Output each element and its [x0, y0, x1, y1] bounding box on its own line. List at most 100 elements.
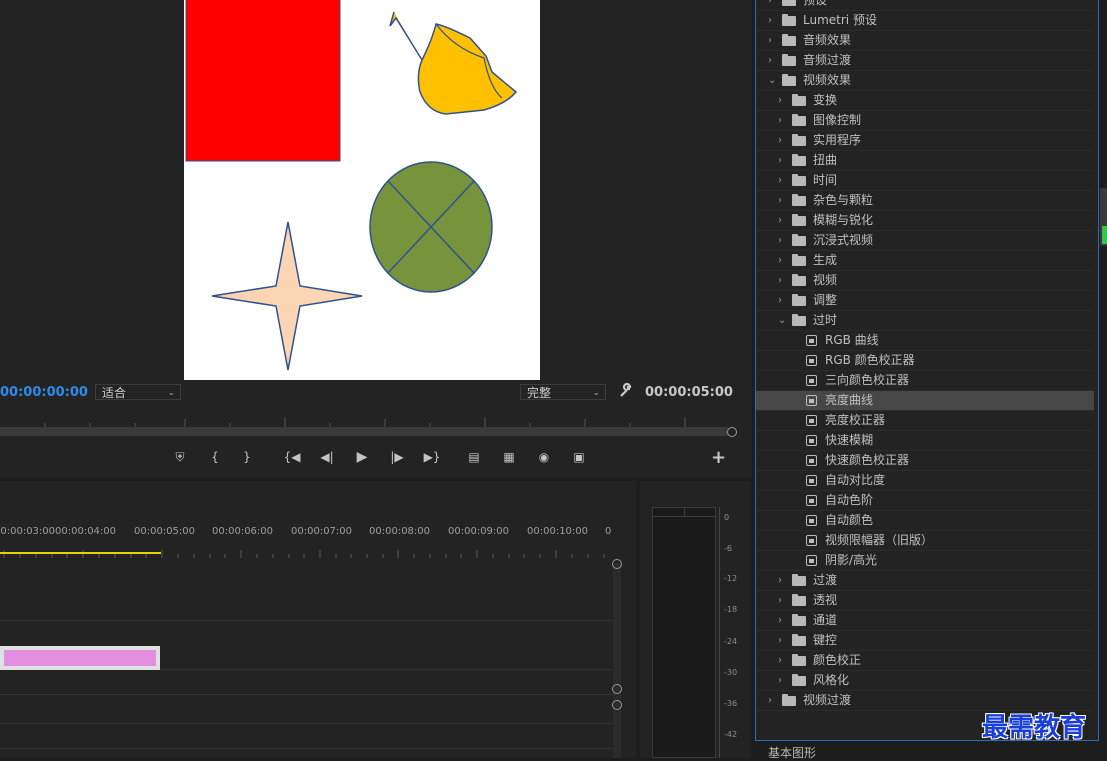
- chevron-down-icon[interactable]: ⌄: [778, 311, 786, 330]
- essential-graphics-tab[interactable]: 基本图形: [768, 744, 816, 761]
- chevron-right-icon[interactable]: ›: [778, 111, 782, 130]
- effects-tree-item[interactable]: ⌄ 过时: [756, 311, 1094, 331]
- effects-tree-item[interactable]: › 时间: [756, 171, 1094, 191]
- scroll-handle-low[interactable]: [612, 700, 622, 710]
- effects-tree-item[interactable]: › 风格化: [756, 671, 1094, 691]
- step-forward-icon[interactable]: |▶: [387, 447, 407, 467]
- lift-icon[interactable]: ▤: [464, 447, 484, 467]
- chevron-right-icon[interactable]: ›: [778, 671, 782, 690]
- effects-tree-item[interactable]: 亮度曲线: [756, 391, 1094, 411]
- program-canvas: [184, 0, 540, 380]
- add-button[interactable]: +: [711, 447, 726, 468]
- chevron-right-icon[interactable]: ›: [778, 131, 782, 150]
- effects-tree-item[interactable]: 三向颜色校正器: [756, 371, 1094, 391]
- chevron-right-icon[interactable]: ›: [778, 651, 782, 670]
- chevron-right-icon[interactable]: ›: [778, 191, 782, 210]
- chevron-right-icon[interactable]: ›: [768, 0, 772, 10]
- monitor-scrollbar[interactable]: [0, 427, 728, 436]
- effects-tree-label: 通道: [813, 613, 838, 627]
- current-timecode[interactable]: 00:00:00:00: [0, 385, 88, 400]
- effects-tree-label: 生成: [813, 253, 838, 267]
- play-icon[interactable]: ▶: [352, 447, 372, 467]
- camera-icon[interactable]: ◉: [534, 447, 554, 467]
- chevron-right-icon[interactable]: ›: [778, 211, 782, 230]
- effects-tree-item[interactable]: › 通道: [756, 611, 1094, 631]
- quality-dropdown[interactable]: 完整 ⌄: [520, 384, 606, 400]
- folder-icon: [782, 0, 796, 6]
- extract-icon[interactable]: ▦: [499, 447, 519, 467]
- effects-tree-label: 视频限幅器（旧版）: [825, 533, 934, 547]
- chevron-right-icon[interactable]: ›: [768, 691, 772, 710]
- effects-tree-label: RGB 曲线: [825, 333, 879, 347]
- effects-tree-item[interactable]: › 模糊与锐化: [756, 211, 1094, 231]
- effects-tree-item[interactable]: 自动色阶: [756, 491, 1094, 511]
- effects-tree-item[interactable]: 自动颜色: [756, 511, 1094, 531]
- effects-tree-item[interactable]: 亮度校正器: [756, 411, 1094, 431]
- effect-icon: [806, 395, 817, 406]
- effect-icon: [806, 375, 817, 386]
- marker-icon[interactable]: ⛨: [170, 447, 190, 467]
- chevron-down-icon[interactable]: ⌄: [768, 71, 776, 90]
- chevron-right-icon[interactable]: ›: [778, 171, 782, 190]
- effects-tree-item[interactable]: ⌄ 视频效果: [756, 71, 1094, 91]
- chevron-right-icon[interactable]: ›: [778, 631, 782, 650]
- effects-tree-item[interactable]: 快速颜色校正器: [756, 451, 1094, 471]
- chevron-right-icon[interactable]: ›: [778, 91, 782, 110]
- effects-tree-item[interactable]: › 实用程序: [756, 131, 1094, 151]
- step-back-icon[interactable]: ◀|: [317, 447, 337, 467]
- chevron-right-icon[interactable]: ›: [768, 31, 772, 50]
- scroll-handle-mid[interactable]: [612, 684, 622, 694]
- effects-tree-item[interactable]: 视频限幅器（旧版）: [756, 531, 1094, 551]
- effects-tree-item[interactable]: › 键控: [756, 631, 1094, 651]
- chevron-down-icon: ⌄: [592, 388, 600, 398]
- chevron-right-icon[interactable]: ›: [768, 51, 772, 70]
- video-clip[interactable]: [0, 646, 160, 670]
- chevron-right-icon[interactable]: ›: [778, 571, 782, 590]
- effects-tree-label: 预设: [803, 0, 828, 7]
- effects-tree-item[interactable]: › 视频: [756, 271, 1094, 291]
- go-to-in-icon[interactable]: {◀: [282, 447, 302, 467]
- effects-tree-item[interactable]: › 图像控制: [756, 111, 1094, 131]
- effects-tree-item[interactable]: › 生成: [756, 251, 1094, 271]
- mark-out-icon[interactable]: }: [237, 447, 257, 467]
- work-area-bar[interactable]: [0, 552, 161, 554]
- chevron-right-icon[interactable]: ›: [778, 611, 782, 630]
- monitor-ruler[interactable]: [0, 412, 733, 427]
- effects-tree-item[interactable]: 阴影/高光: [756, 551, 1094, 571]
- effects-tree-item[interactable]: › 扭曲: [756, 151, 1094, 171]
- effects-tree-item[interactable]: › 透视: [756, 591, 1094, 611]
- effects-tree-item[interactable]: 自动对比度: [756, 471, 1094, 491]
- scroll-handle-top[interactable]: [612, 559, 622, 569]
- effects-tree-item[interactable]: › 调整: [756, 291, 1094, 311]
- chevron-right-icon[interactable]: ›: [778, 291, 782, 310]
- db-label: -24: [724, 637, 738, 646]
- wrench-icon[interactable]: [618, 382, 634, 399]
- effects-tree-item[interactable]: › 杂色与颗粒: [756, 191, 1094, 211]
- effects-tree-item[interactable]: › 音频过渡: [756, 51, 1094, 71]
- mark-in-icon[interactable]: {: [205, 447, 225, 467]
- effects-tree-item[interactable]: › 变换: [756, 91, 1094, 111]
- chevron-right-icon[interactable]: ›: [778, 151, 782, 170]
- effects-tree-item[interactable]: › Lumetri 预设: [756, 11, 1094, 31]
- chevron-right-icon[interactable]: ›: [778, 271, 782, 290]
- chevron-right-icon[interactable]: ›: [768, 11, 772, 30]
- effects-tree-item[interactable]: › 预设: [756, 0, 1094, 11]
- effects-tree-item[interactable]: › 颜色校正: [756, 651, 1094, 671]
- go-to-out-icon[interactable]: ▶}: [422, 447, 442, 467]
- fit-dropdown[interactable]: 适合 ⌄: [95, 384, 181, 400]
- effects-tree-item[interactable]: RGB 曲线: [756, 331, 1094, 351]
- scrollbar-end-handle[interactable]: [727, 427, 737, 437]
- chevron-right-icon[interactable]: ›: [778, 231, 782, 250]
- effects-tree-item[interactable]: RGB 颜色校正器: [756, 351, 1094, 371]
- leaf-shape: [389, 11, 518, 115]
- effects-tree-item[interactable]: › 过渡: [756, 571, 1094, 591]
- folder-icon: [782, 34, 796, 46]
- effects-tree-item[interactable]: › 沉浸式视频: [756, 231, 1094, 251]
- effects-tree-item[interactable]: › 音频效果: [756, 31, 1094, 51]
- effects-tree-item[interactable]: 快速模糊: [756, 431, 1094, 451]
- chevron-right-icon[interactable]: ›: [778, 251, 782, 270]
- chevron-right-icon[interactable]: ›: [778, 591, 782, 610]
- effects-tree-label: Lumetri 预设: [803, 13, 877, 27]
- timeline-vertical-scrollbar[interactable]: [613, 563, 621, 758]
- compare-view-icon[interactable]: ▣: [569, 447, 589, 467]
